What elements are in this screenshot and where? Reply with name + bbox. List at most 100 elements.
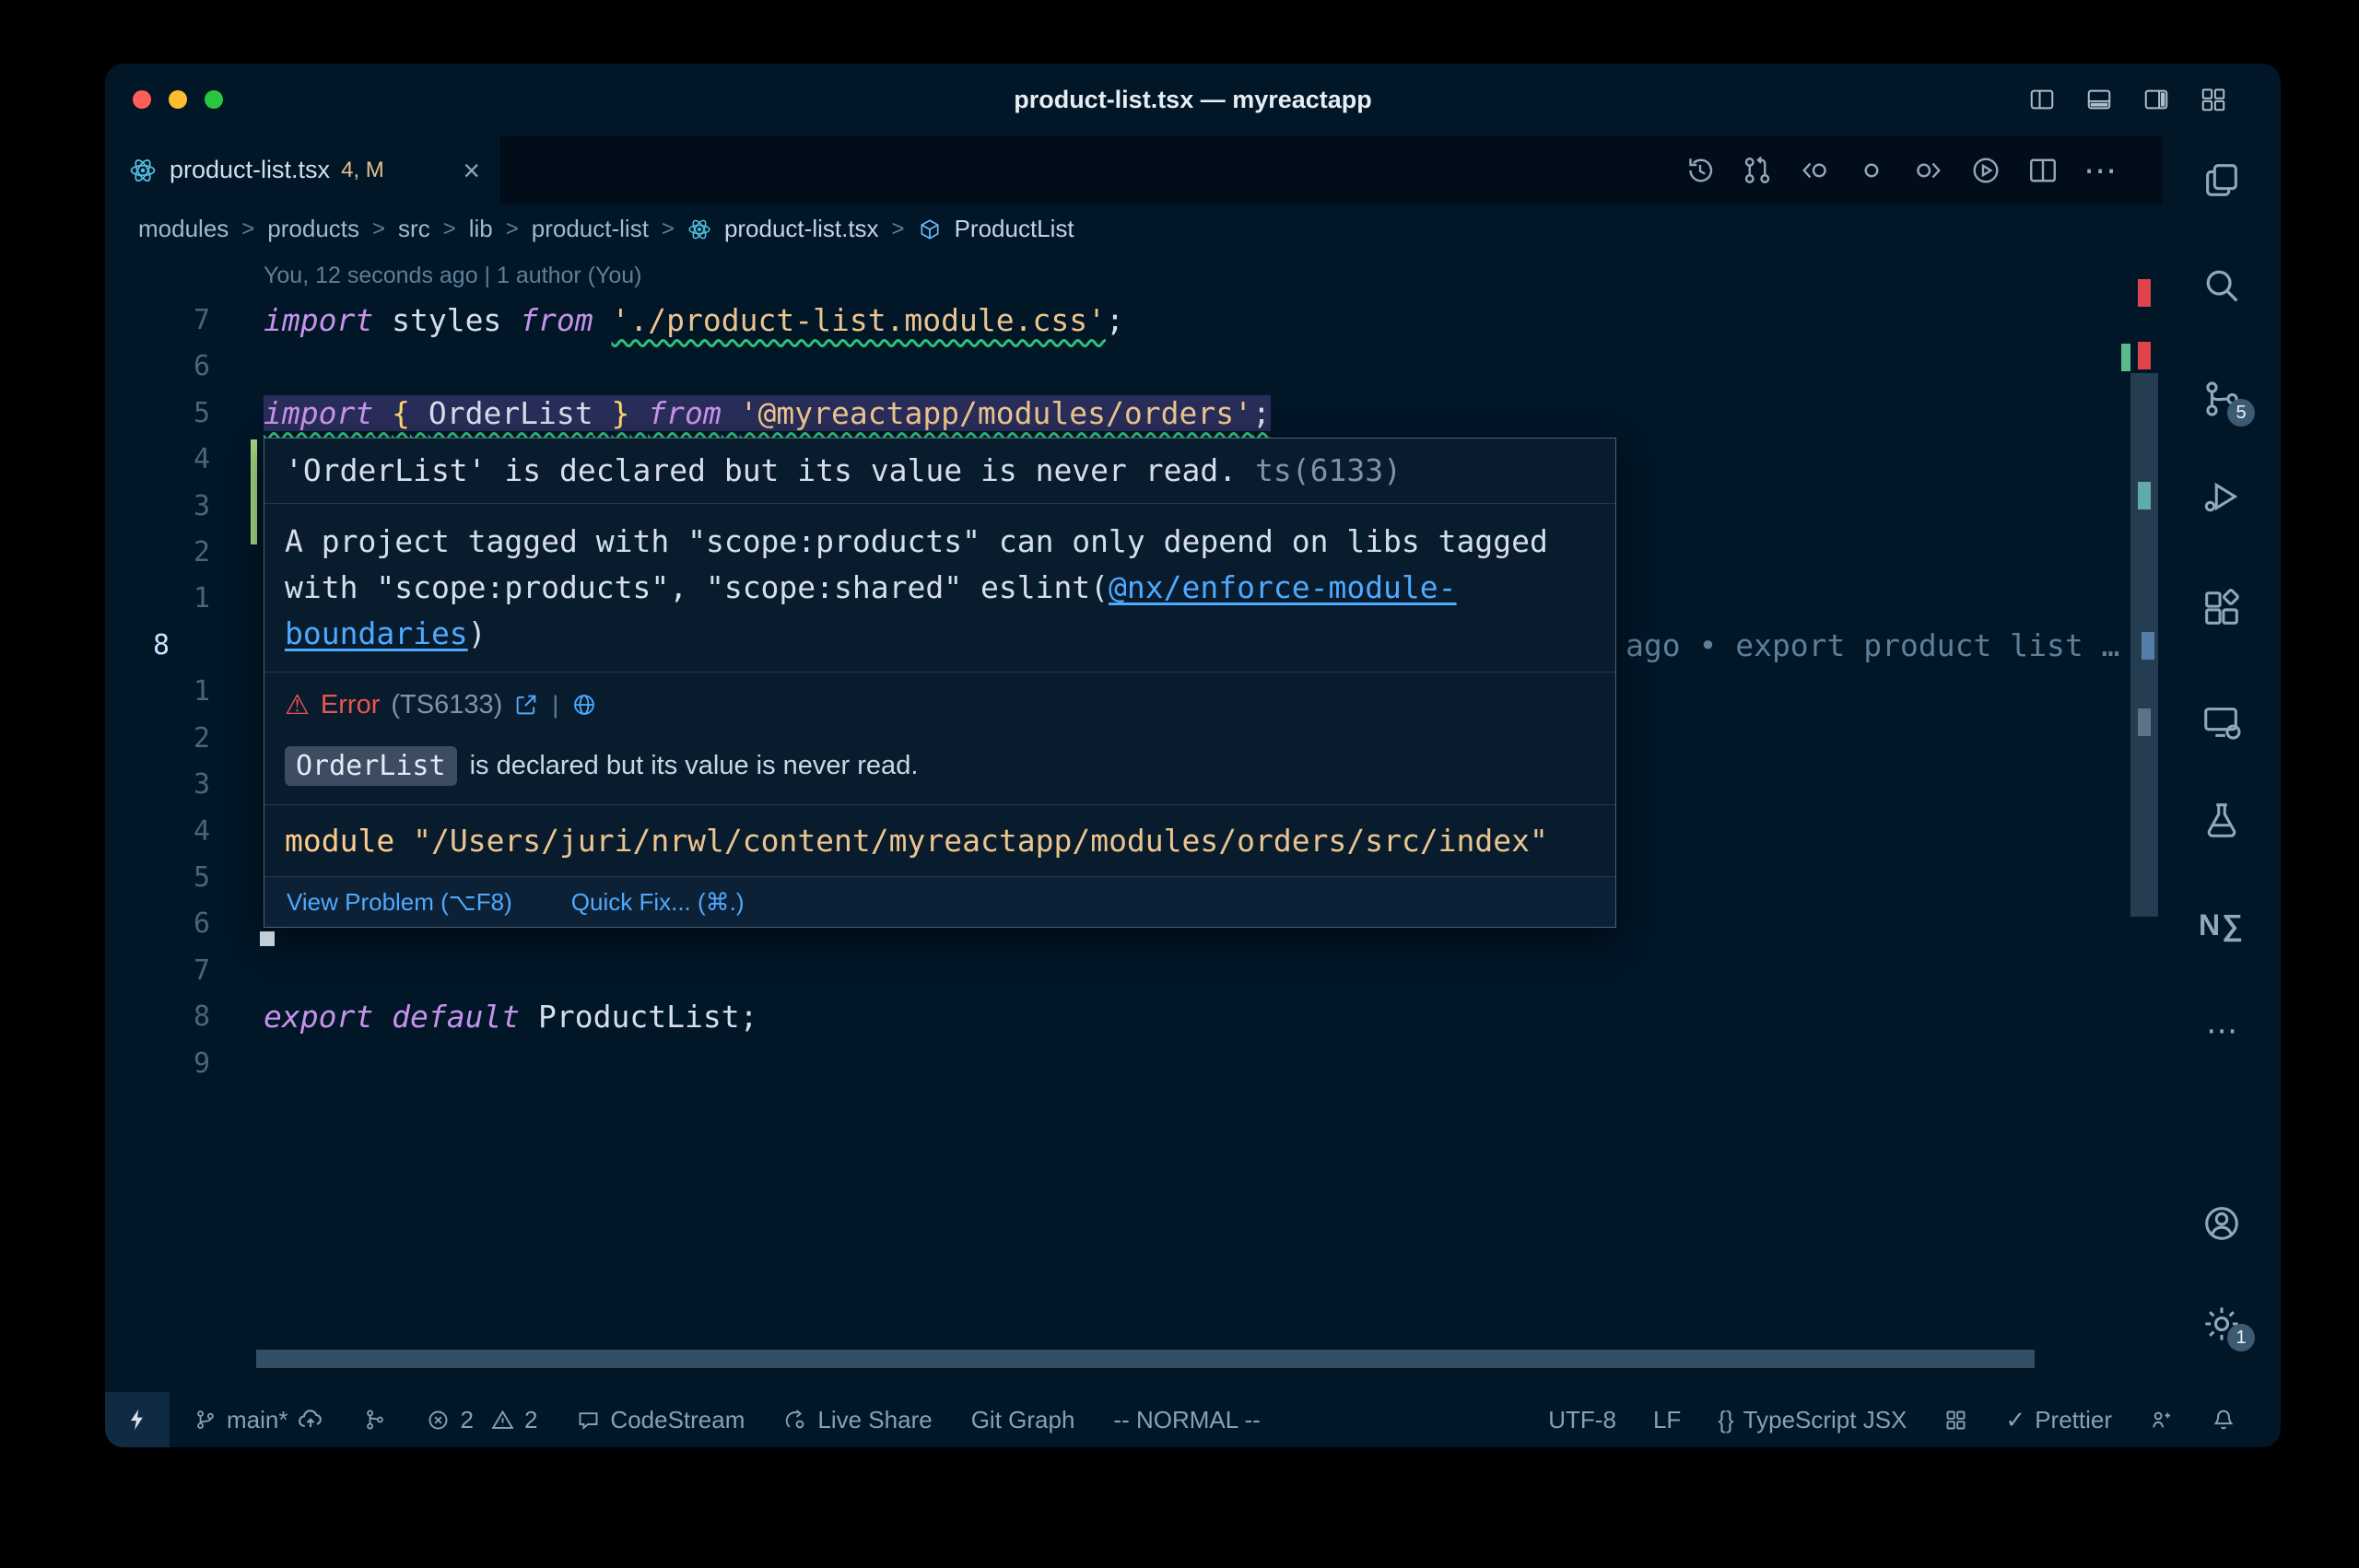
breadcrumb-item[interactable]: src bbox=[398, 215, 430, 243]
view-problem-action[interactable]: View Problem (⌥F8) bbox=[287, 888, 512, 917]
hover-diagnostic-row: 'OrderList' is declared but its value is… bbox=[264, 439, 1615, 503]
layout-grid-icon[interactable] bbox=[2198, 86, 2229, 113]
current-change-icon[interactable] bbox=[1855, 154, 1888, 187]
gitlens-inline-blame: ago • export product list … bbox=[1625, 623, 2142, 669]
more-actions-icon[interactable]: ⋯ bbox=[2083, 154, 2117, 187]
code-line-import-orderlist[interactable]: import { OrderList } from '@myreactapp/m… bbox=[264, 391, 1271, 437]
git-compare-icon[interactable] bbox=[1741, 154, 1774, 187]
git-graph-status[interactable]: Git Graph bbox=[971, 1406, 1075, 1434]
keyword-export: export bbox=[264, 999, 373, 1035]
extension-grid-status[interactable] bbox=[1943, 1408, 1968, 1433]
line-number[interactable]: 2 bbox=[105, 530, 243, 576]
editor[interactable]: 7 6 5 4 3 2 1 8 1 2 3 4 5 6 7 8 9 You, 1… bbox=[105, 253, 2163, 1392]
line-number[interactable]: 2 bbox=[105, 716, 243, 762]
check-icon: ✓ bbox=[2005, 1406, 2025, 1434]
tab-close-icon[interactable]: × bbox=[463, 156, 480, 185]
settings-gear-icon[interactable]: 1 bbox=[2163, 1302, 2281, 1346]
next-change-icon[interactable] bbox=[1912, 154, 1945, 187]
line-number[interactable]: 5 bbox=[105, 855, 243, 901]
breadcrumb-item-file[interactable]: product-list.tsx bbox=[724, 215, 879, 243]
remote-explorer-icon[interactable] bbox=[2163, 700, 2281, 744]
remote-indicator[interactable] bbox=[105, 1392, 170, 1447]
hover-module-row: module "/Users/juri/nrwl/content/myreact… bbox=[264, 804, 1615, 876]
tab-bar: product-list.tsx 4, M × ⋯ bbox=[105, 135, 2163, 205]
open-docs-external-icon[interactable] bbox=[513, 692, 539, 718]
breadcrumb-item[interactable]: product-list bbox=[532, 215, 649, 243]
search-icon[interactable] bbox=[2163, 263, 2281, 308]
horizontal-scrollbar[interactable] bbox=[256, 1350, 2035, 1368]
explorer-icon[interactable] bbox=[2163, 158, 2281, 203]
split-editor-icon[interactable] bbox=[2026, 154, 2060, 187]
git-gutter-added-indicator bbox=[251, 439, 257, 544]
overview-error-mark bbox=[2138, 279, 2151, 307]
hover-resize-grip[interactable] bbox=[260, 931, 275, 946]
commit-graph-icon bbox=[363, 1408, 387, 1432]
line-number[interactable]: 5 bbox=[105, 391, 243, 437]
breadcrumb-item[interactable]: lib bbox=[469, 215, 493, 243]
notifications-status[interactable] bbox=[2211, 1407, 2236, 1433]
line-number[interactable]: 3 bbox=[105, 484, 243, 530]
encoding-status[interactable]: UTF-8 bbox=[1548, 1406, 1616, 1434]
git-branch-status[interactable]: main* bbox=[194, 1406, 324, 1434]
problems-status[interactable]: 2 2 bbox=[426, 1406, 537, 1434]
line-number[interactable]: 7 bbox=[105, 298, 243, 344]
module-keyword: module bbox=[285, 823, 394, 859]
prettier-status[interactable]: ✓ Prettier bbox=[2005, 1406, 2112, 1434]
line-number[interactable]: 4 bbox=[105, 437, 243, 483]
line-number[interactable]: 1 bbox=[105, 576, 243, 622]
line-number[interactable]: 1 bbox=[105, 669, 243, 715]
severity-label: Error bbox=[321, 690, 380, 720]
globe-icon[interactable] bbox=[571, 692, 597, 718]
vertical-scrollbar[interactable] bbox=[2130, 373, 2158, 917]
more-views-icon[interactable]: ⋯ bbox=[2163, 1009, 2281, 1053]
tab-label: product-list.tsx bbox=[170, 156, 330, 184]
testing-beaker-icon[interactable] bbox=[2163, 798, 2281, 842]
layout-sidebar-right-icon[interactable] bbox=[2141, 86, 2172, 113]
extensions-icon[interactable] bbox=[2163, 587, 2281, 631]
diagnostic-source: ts(6133) bbox=[1255, 452, 1402, 488]
line-number[interactable]: 9 bbox=[105, 1041, 243, 1087]
gitlens-blame-lens[interactable]: You, 12 seconds ago | 1 author (You) bbox=[264, 255, 642, 296]
divider: | bbox=[552, 691, 558, 720]
line-number[interactable]: 4 bbox=[105, 809, 243, 855]
line-number[interactable]: 8 bbox=[105, 994, 243, 1040]
breadcrumb-item[interactable]: modules bbox=[138, 215, 229, 243]
vim-mode-status[interactable]: -- NORMAL -- bbox=[1113, 1406, 1260, 1434]
overview-added-mark bbox=[2121, 344, 2130, 371]
tab-product-list[interactable]: product-list.tsx 4, M × bbox=[105, 135, 501, 205]
breadcrumb-item-symbol[interactable]: ProductList bbox=[955, 215, 1074, 243]
run-code-icon[interactable] bbox=[1969, 154, 2002, 187]
eol-status[interactable]: LF bbox=[1653, 1406, 1681, 1434]
screen: product-list.tsx — myreactapp product-li… bbox=[0, 0, 2359, 1568]
current-line-number[interactable]: 8 bbox=[105, 623, 243, 669]
codestream-status[interactable]: CodeStream bbox=[576, 1406, 745, 1434]
window-title: product-list.tsx — myreactapp bbox=[105, 64, 2281, 135]
feedback-status[interactable] bbox=[2149, 1408, 2174, 1433]
code-line-export-default[interactable]: export default ProductList; bbox=[264, 994, 757, 1040]
accounts-icon[interactable] bbox=[2163, 1201, 2281, 1246]
breadcrumb-item[interactable]: products bbox=[267, 215, 359, 243]
identifier: styles bbox=[392, 302, 501, 338]
layout-panel-icon[interactable] bbox=[2083, 86, 2115, 113]
line-number[interactable]: 6 bbox=[105, 344, 243, 390]
previous-change-icon[interactable] bbox=[1798, 154, 1831, 187]
code-line-import-styles[interactable]: import styles from './product-list.modul… bbox=[264, 298, 1124, 344]
quick-fix-action[interactable]: Quick Fix... (⌘.) bbox=[571, 888, 745, 917]
hover-rule-row: A project tagged with "scope:products" c… bbox=[264, 503, 1615, 672]
keyword-from: from bbox=[520, 302, 593, 338]
run-debug-icon[interactable] bbox=[2163, 474, 2281, 519]
line-number[interactable]: 3 bbox=[105, 762, 243, 808]
layout-split-editor-icon[interactable] bbox=[2026, 86, 2058, 113]
live-share-status[interactable]: Live Share bbox=[783, 1406, 932, 1434]
punctuation: ; bbox=[1252, 395, 1271, 431]
hover-actions: View Problem (⌥F8) Quick Fix... (⌘.) bbox=[264, 876, 1615, 927]
line-number[interactable]: 6 bbox=[105, 901, 243, 947]
chevron-right-icon: > bbox=[372, 216, 385, 242]
source-control-graph-status[interactable] bbox=[363, 1408, 387, 1432]
nx-console-icon[interactable]: N∑ bbox=[2163, 903, 2281, 947]
source-control-icon[interactable]: 5 bbox=[2163, 377, 2281, 421]
identifier-productlist: ProductList; bbox=[538, 999, 757, 1035]
timeline-history-icon[interactable] bbox=[1684, 154, 1717, 187]
language-mode-status[interactable]: {} TypeScript JSX bbox=[1718, 1406, 1907, 1434]
line-number[interactable]: 7 bbox=[105, 948, 243, 994]
